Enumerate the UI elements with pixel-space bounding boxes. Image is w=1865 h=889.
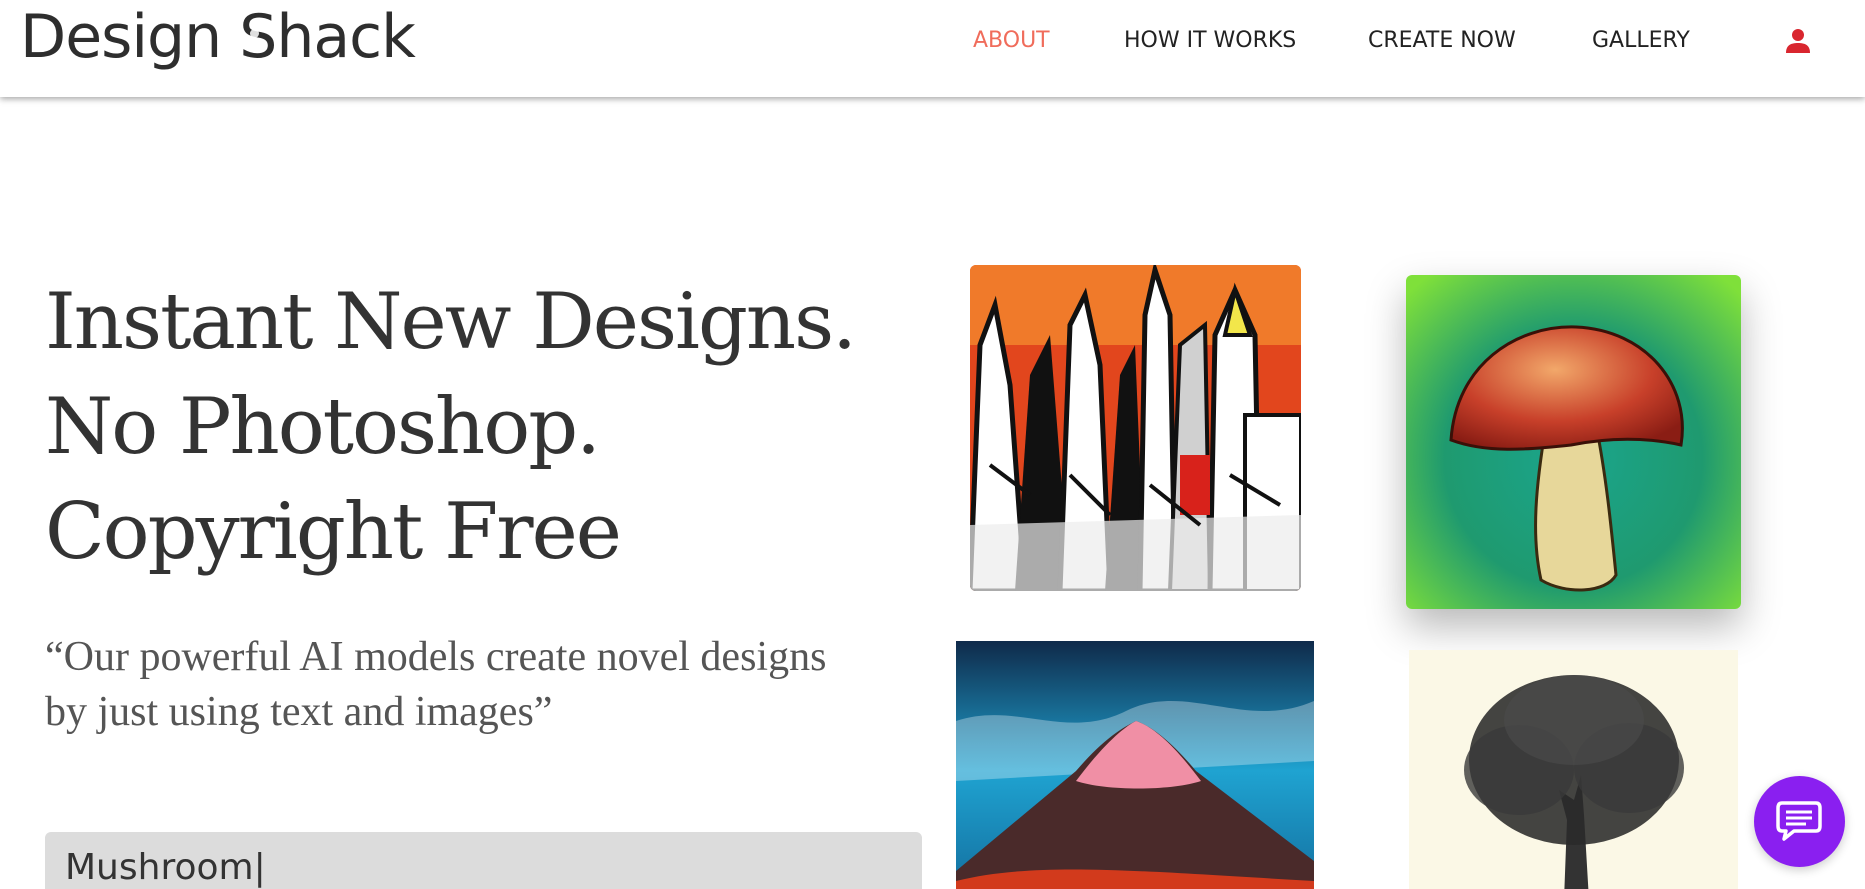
tree-sketch-art — [1409, 650, 1738, 889]
nav-create-now[interactable]: CREATE NOW — [1368, 26, 1516, 56]
prompt-input[interactable] — [45, 832, 922, 889]
main-nav: ABOUT HOW IT WORKS CREATE NOW GALLERY — [0, 26, 1865, 56]
mushroom-watercolor-art — [1406, 275, 1741, 609]
hero-quote: “Our powerful AI models create novel des… — [45, 630, 925, 740]
site-header: Design Shack ABOUT HOW IT WORKS CREATE N… — [0, 0, 1865, 97]
hero-title-line-1: Instant New Designs. — [45, 277, 857, 367]
nav-gallery[interactable]: GALLERY — [1592, 26, 1690, 56]
nav-about[interactable]: ABOUT — [973, 26, 1050, 56]
city-skyline-art — [970, 265, 1301, 591]
mountain-painting-art — [956, 641, 1314, 889]
hero-title: Instant New Designs. No Photoshop. Copyr… — [45, 270, 905, 585]
user-icon[interactable] — [1783, 26, 1813, 56]
chat-bubble-icon — [1776, 801, 1822, 841]
hero-quote-line-2: by just using text and images” — [45, 689, 553, 735]
hero-quote-line-1: “Our powerful AI models create novel des… — [45, 634, 827, 680]
nav-how-it-works[interactable]: HOW IT WORKS — [1124, 26, 1296, 56]
hero-title-line-2: No Photoshop. — [45, 382, 601, 472]
hero-title-line-3: Copyright Free — [45, 487, 622, 577]
chat-button[interactable] — [1754, 776, 1845, 867]
